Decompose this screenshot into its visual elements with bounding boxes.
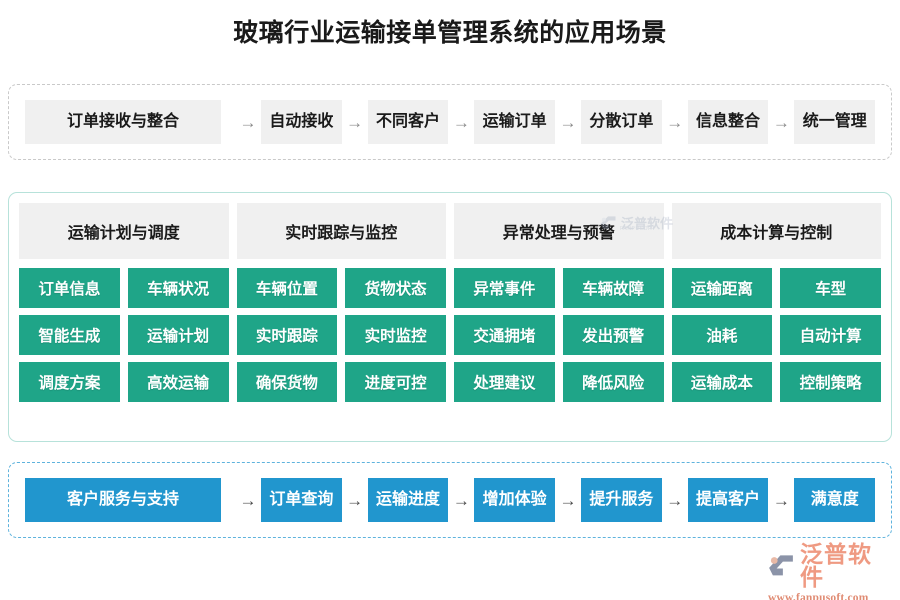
flow-bottom-step-4[interactable]: 提升服务 <box>581 478 662 522</box>
order-intake-flow: 订单接收与整合 → 自动接收 → 不同客户 → 运输订单 → 分散订单 → 信息… <box>9 85 891 159</box>
matrix-cell[interactable]: 实时监控 <box>345 315 446 355</box>
flow-bottom-step-2[interactable]: 运输进度 <box>367 478 449 522</box>
arrow-right-icon: → <box>346 490 364 510</box>
matrix-cell[interactable]: 货物状态 <box>345 268 446 308</box>
matrix-cell[interactable]: 运输计划 <box>127 315 229 355</box>
matrix-header-cost[interactable]: 成本计算与控制 <box>671 203 881 259</box>
arrow-right-icon: → <box>452 490 470 510</box>
arrow-right-icon: → <box>559 490 577 510</box>
customer-service-flow-panel: 客户服务与支持 → 订单查询 → 运输进度 → 增加体验 → 提升服务 → 提高… <box>8 462 892 538</box>
arrow-right-icon: → <box>666 112 684 132</box>
brand-logo-url: www.fanpusoft.com <box>768 592 869 600</box>
matrix-cell[interactable]: 进度可控 <box>345 362 446 402</box>
matrix-cell[interactable]: 发出预警 <box>562 315 664 355</box>
flow-top-lead-chip[interactable]: 订单接收与整合 <box>25 100 221 144</box>
matrix-cell[interactable]: 高效运输 <box>127 362 229 402</box>
matrix-header-exception[interactable]: 异常处理与预警 <box>454 203 664 259</box>
flow-top-step-1[interactable]: 自动接收 <box>261 100 342 144</box>
matrix-cell[interactable]: 自动计算 <box>780 315 881 355</box>
matrix-cell[interactable]: 处理建议 <box>454 362 555 402</box>
arrow-right-icon: → <box>452 112 470 132</box>
matrix-header-row: 运输计划与调度 实时跟踪与监控 异常处理与预警 成本计算与控制 <box>19 203 881 259</box>
order-intake-flow-panel: 订单接收与整合 → 自动接收 → 不同客户 → 运输订单 → 分散订单 → 信息… <box>8 84 892 160</box>
matrix-header-tracking[interactable]: 实时跟踪与监控 <box>236 203 446 259</box>
flow-top-step-6[interactable]: 统一管理 <box>794 100 876 144</box>
matrix-cell[interactable]: 确保货物 <box>236 362 338 402</box>
application-scenario-infographic: 玻璃行业运输接单管理系统的应用场景 订单接收与整合 → 自动接收 → 不同客户 … <box>0 0 900 600</box>
matrix-cell[interactable]: 异常事件 <box>454 268 555 308</box>
matrix-header-planning[interactable]: 运输计划与调度 <box>19 203 229 259</box>
matrix-cell[interactable]: 交通拥堵 <box>454 315 555 355</box>
matrix-cell[interactable]: 运输距离 <box>671 268 773 308</box>
matrix-cell[interactable]: 运输成本 <box>671 362 773 402</box>
matrix-cell[interactable]: 智能生成 <box>19 315 120 355</box>
matrix-cell[interactable]: 车辆位置 <box>236 268 338 308</box>
arrow-right-icon: → <box>346 112 364 132</box>
matrix-row-2: 智能生成 运输计划 实时跟踪 实时监控 交通拥堵 发出预警 油耗 自动计算 <box>19 315 881 355</box>
matrix-cell[interactable]: 实时跟踪 <box>236 315 338 355</box>
matrix-row-3: 调度方案 高效运输 确保货物 进度可控 处理建议 降低风险 运输成本 控制策略 <box>19 362 881 402</box>
matrix-cell[interactable]: 调度方案 <box>19 362 120 402</box>
matrix-row-1: 订单信息 车辆状况 车辆位置 货物状态 异常事件 车辆故障 运输距离 车型 <box>19 268 881 308</box>
brand-logo-row: 泛普软件 <box>766 543 892 589</box>
flow-top-step-4[interactable]: 分散订单 <box>581 100 662 144</box>
flow-bottom-step-3[interactable]: 增加体验 <box>474 478 556 522</box>
matrix-cell[interactable]: 油耗 <box>671 315 773 355</box>
arrow-right-icon: → <box>559 112 577 132</box>
customer-service-flow: 客户服务与支持 → 订单查询 → 运输进度 → 增加体验 → 提升服务 → 提高… <box>9 463 891 537</box>
flow-bottom-step-1[interactable]: 订单查询 <box>261 478 342 522</box>
page-title: 玻璃行业运输接单管理系统的应用场景 <box>233 19 667 47</box>
matrix-cell[interactable]: 车辆故障 <box>562 268 664 308</box>
arrow-right-icon: → <box>666 490 684 510</box>
brand-logo: 泛普软件 www.fanpusoft.com <box>766 543 892 600</box>
flow-top-step-5[interactable]: 信息整合 <box>687 100 769 144</box>
arrow-right-icon: → <box>239 490 257 510</box>
matrix-cell[interactable]: 降低风险 <box>562 362 664 402</box>
flow-bottom-lead-chip[interactable]: 客户服务与支持 <box>25 478 221 522</box>
matrix-cell[interactable]: 车型 <box>780 268 881 308</box>
capability-matrix: 运输计划与调度 实时跟踪与监控 异常处理与预警 成本计算与控制 订单信息 车辆状… <box>19 203 881 431</box>
flow-bottom-step-6[interactable]: 满意度 <box>794 478 876 522</box>
arrow-right-icon: → <box>239 112 257 132</box>
matrix-cell[interactable]: 车辆状况 <box>127 268 229 308</box>
arrow-right-icon: → <box>772 490 790 510</box>
brand-logo-name: 泛普软件 <box>800 541 872 590</box>
matrix-cell[interactable]: 订单信息 <box>19 268 120 308</box>
flow-top-step-2[interactable]: 不同客户 <box>367 100 449 144</box>
flow-bottom-step-5[interactable]: 提高客户 <box>687 478 769 522</box>
fanpu-swoosh-icon <box>769 555 793 576</box>
matrix-cell[interactable]: 控制策略 <box>780 362 881 402</box>
capability-matrix-panel: 运输计划与调度 实时跟踪与监控 异常处理与预警 成本计算与控制 订单信息 车辆状… <box>8 192 892 442</box>
arrow-right-icon: → <box>772 112 790 132</box>
flow-top-step-3[interactable]: 运输订单 <box>474 100 556 144</box>
